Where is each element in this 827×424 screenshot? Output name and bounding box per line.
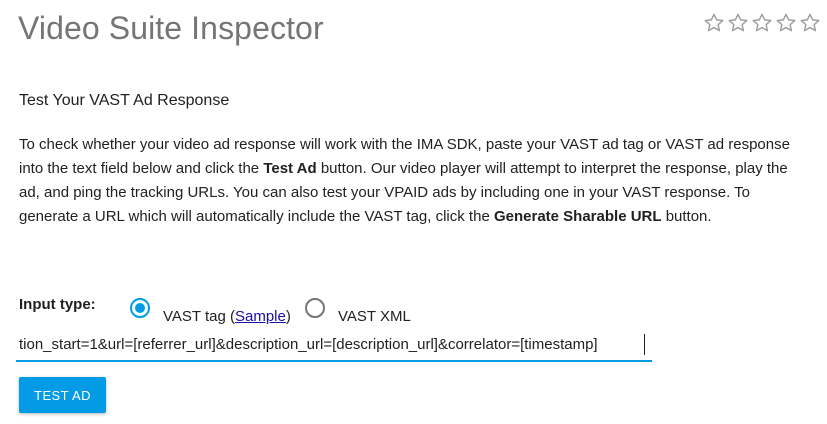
radio-button-unchecked[interactable]: [305, 297, 325, 318]
description-part: button.: [661, 208, 712, 225]
star-outline-icon[interactable]: [751, 12, 773, 34]
star-outline-icon[interactable]: [799, 12, 821, 34]
star-outline-icon[interactable]: [775, 12, 797, 34]
test-ad-button[interactable]: TEST AD: [19, 377, 106, 413]
star-outline-icon[interactable]: [727, 12, 749, 34]
page-title: Video Suite Inspector: [18, 10, 324, 46]
vast-tag-input-container[interactable]: [16, 328, 652, 362]
star-rating[interactable]: [703, 12, 821, 34]
section-title: Test Your VAST Ad Response: [19, 92, 230, 109]
radio-button-checked[interactable]: [130, 297, 150, 318]
vast-tag-input[interactable]: [16, 328, 652, 360]
radio-label-vast-xml: VAST XML: [338, 308, 411, 325]
radio-label-vast-tag: VAST tag (Sample): [163, 308, 291, 325]
radio-label-text: ): [285, 308, 291, 325]
text-cursor: [644, 334, 645, 355]
radio-label-text: VAST tag (: [163, 308, 235, 325]
sample-link[interactable]: Sample: [235, 308, 286, 325]
description-text: To check whether your video ad response …: [19, 133, 809, 229]
radio-option-vast-tag[interactable]: VAST tag (Sample): [130, 290, 291, 325]
radio-option-vast-xml[interactable]: VAST XML: [305, 290, 411, 325]
description-bold-test-ad: Test Ad: [263, 160, 317, 177]
star-outline-icon[interactable]: [703, 12, 725, 34]
input-type-label: Input type:: [19, 296, 96, 313]
description-bold-generate-url: Generate Sharable URL: [493, 208, 662, 225]
